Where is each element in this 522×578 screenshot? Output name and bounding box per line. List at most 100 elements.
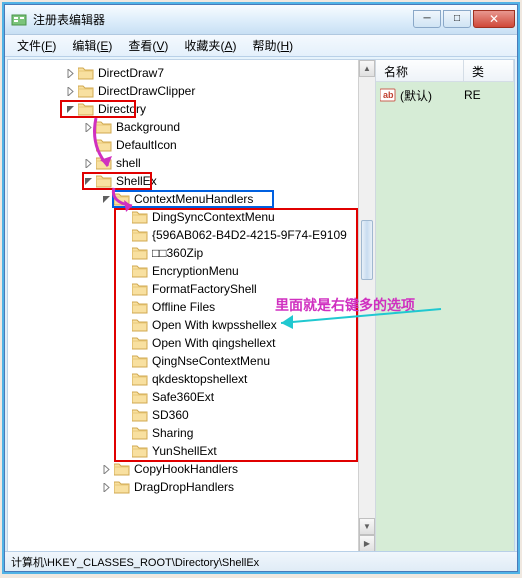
tree-item-label: Background bbox=[116, 120, 180, 134]
tree-item[interactable]: Offline Files bbox=[10, 298, 373, 316]
tree-spacer bbox=[118, 265, 130, 277]
folder-icon bbox=[132, 444, 148, 458]
tree-item-label: DragDropHandlers bbox=[134, 480, 234, 494]
tree-item-label: DirectDrawClipper bbox=[98, 84, 195, 98]
list-view[interactable]: 名称 类 ab (默认) RE bbox=[376, 60, 514, 552]
scroll-right-button[interactable]: ▶ bbox=[359, 535, 375, 552]
tree-item[interactable]: FormatFactoryShell bbox=[10, 280, 373, 298]
folder-icon bbox=[132, 354, 148, 368]
tree-item-label: EncryptionMenu bbox=[152, 264, 239, 278]
folder-icon bbox=[132, 228, 148, 242]
tree-item-label: YunShellExt bbox=[152, 444, 217, 458]
menu-favorites[interactable]: 收藏夹(A) bbox=[176, 35, 244, 56]
menu-help[interactable]: 帮助(H) bbox=[244, 35, 301, 56]
tree-spacer bbox=[118, 427, 130, 439]
tree-item[interactable]: shell bbox=[10, 154, 373, 172]
tree-item[interactable]: {596AB062-B4D2-4215-9F74-E9109 bbox=[10, 226, 373, 244]
tree-spacer bbox=[118, 391, 130, 403]
menu-view[interactable]: 查看(V) bbox=[120, 35, 176, 56]
expand-icon[interactable] bbox=[100, 463, 112, 475]
tree-view[interactable]: DirectDraw7 DirectDrawClipper Directory Bac… bbox=[8, 60, 376, 552]
tree-item[interactable]: QingNseContextMenu bbox=[10, 352, 373, 370]
tree-item[interactable]: DefaultIcon bbox=[10, 136, 373, 154]
folder-icon bbox=[132, 372, 148, 386]
folder-icon bbox=[96, 156, 112, 170]
tree-item[interactable]: Directory bbox=[10, 100, 373, 118]
tree-item-label: QingNseContextMenu bbox=[152, 354, 270, 368]
tree-item[interactable]: Sharing bbox=[10, 424, 373, 442]
collapse-icon[interactable] bbox=[82, 175, 94, 187]
menu-bar: 文件(F) 编辑(E) 查看(V) 收藏夹(A) 帮助(H) bbox=[5, 35, 517, 57]
folder-icon bbox=[114, 462, 130, 476]
scroll-down-button[interactable]: ▼ bbox=[359, 518, 375, 535]
svg-text:ab: ab bbox=[383, 90, 394, 100]
folder-icon bbox=[132, 390, 148, 404]
tree-item-label: shell bbox=[116, 156, 141, 170]
folder-icon bbox=[132, 426, 148, 440]
list-header: 名称 类 bbox=[376, 60, 514, 82]
tree-item-label: Open With kwpsshellex bbox=[152, 318, 277, 332]
maximize-button[interactable]: □ bbox=[443, 10, 471, 28]
tree-item-label: DingSyncContextMenu bbox=[152, 210, 275, 224]
tree-item[interactable]: SD360 bbox=[10, 406, 373, 424]
folder-icon bbox=[132, 210, 148, 224]
menu-file[interactable]: 文件(F) bbox=[9, 35, 64, 56]
tree-item[interactable]: Background bbox=[10, 118, 373, 136]
col-type[interactable]: 类 bbox=[464, 60, 514, 81]
folder-icon bbox=[78, 66, 94, 80]
expand-icon[interactable] bbox=[100, 481, 112, 493]
tree-item[interactable]: ShellEx bbox=[10, 172, 373, 190]
collapse-icon[interactable] bbox=[64, 103, 76, 115]
tree-scrollbar[interactable]: ▲ ▼ ▶ bbox=[358, 60, 375, 552]
tree-item-label: Offline Files bbox=[152, 300, 215, 314]
tree-item[interactable]: CopyHookHandlers bbox=[10, 460, 373, 478]
expand-icon[interactable] bbox=[82, 121, 94, 133]
tree-spacer bbox=[118, 283, 130, 295]
menu-edit[interactable]: 编辑(E) bbox=[64, 35, 120, 56]
expand-icon[interactable] bbox=[64, 85, 76, 97]
folder-icon bbox=[132, 282, 148, 296]
list-row-default[interactable]: ab (默认) RE bbox=[380, 86, 510, 104]
scroll-up-button[interactable]: ▲ bbox=[359, 60, 375, 77]
tree-item[interactable]: Safe360Ext bbox=[10, 388, 373, 406]
tree-item-label: Sharing bbox=[152, 426, 193, 440]
tree-item[interactable]: YunShellExt bbox=[10, 442, 373, 460]
status-bar: 计算机\HKEY_CLASSES_ROOT\Directory\ShellEx bbox=[5, 551, 517, 571]
tree-item[interactable]: ContextMenuHandlers bbox=[10, 190, 373, 208]
folder-icon bbox=[132, 336, 148, 350]
expand-icon[interactable] bbox=[82, 157, 94, 169]
col-name[interactable]: 名称 bbox=[376, 60, 464, 81]
expand-icon[interactable] bbox=[64, 67, 76, 79]
tree-item[interactable]: DirectDraw7 bbox=[10, 64, 373, 82]
folder-icon bbox=[96, 174, 112, 188]
tree-item[interactable]: EncryptionMenu bbox=[10, 262, 373, 280]
folder-icon bbox=[96, 138, 112, 152]
tree-item[interactable]: DirectDrawClipper bbox=[10, 82, 373, 100]
tree-item-label: qkdesktopshellext bbox=[152, 372, 247, 386]
tree-item[interactable]: DingSyncContextMenu bbox=[10, 208, 373, 226]
tree-spacer bbox=[118, 229, 130, 241]
folder-icon bbox=[78, 84, 94, 98]
tree-item[interactable]: qkdesktopshellext bbox=[10, 370, 373, 388]
tree-item-label: CopyHookHandlers bbox=[134, 462, 238, 476]
tree-spacer bbox=[82, 139, 94, 151]
tree-item[interactable]: Open With kwpsshellex bbox=[10, 316, 373, 334]
tree-spacer bbox=[118, 319, 130, 331]
tree-item-label: □□360Zip bbox=[152, 246, 203, 260]
string-value-icon: ab bbox=[380, 88, 396, 102]
tree-item-label: ContextMenuHandlers bbox=[134, 192, 253, 206]
tree-item-label: ShellEx bbox=[116, 174, 157, 188]
scroll-thumb[interactable] bbox=[361, 220, 373, 280]
close-button[interactable]: ✕ bbox=[473, 10, 515, 28]
minimize-button[interactable]: ─ bbox=[413, 10, 441, 28]
tree-item[interactable]: Open With qingshellext bbox=[10, 334, 373, 352]
folder-icon bbox=[132, 318, 148, 332]
tree-item-label: {596AB062-B4D2-4215-9F74-E9109 bbox=[152, 228, 347, 242]
collapse-icon[interactable] bbox=[100, 193, 112, 205]
tree-item[interactable]: DragDropHandlers bbox=[10, 478, 373, 496]
folder-icon bbox=[96, 120, 112, 134]
tree-spacer bbox=[118, 301, 130, 313]
tree-spacer bbox=[118, 373, 130, 385]
tree-item-label: Directory bbox=[98, 102, 146, 116]
tree-item[interactable]: □□360Zip bbox=[10, 244, 373, 262]
